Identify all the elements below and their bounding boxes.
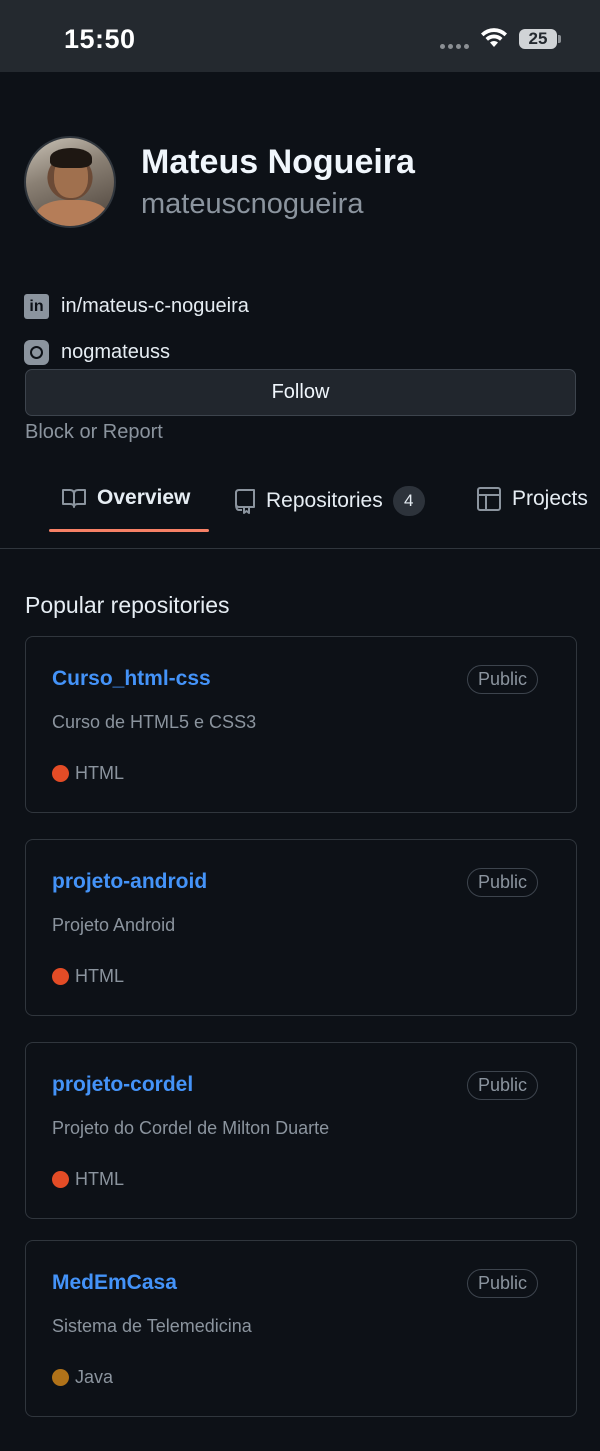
repo-description: Projeto do Cordel de Milton Duarte: [52, 1118, 330, 1138]
tab-overview-label: Overview: [97, 486, 191, 509]
repo-description: Curso de HTML5 e CSS3: [52, 712, 257, 732]
profile-name: Mateus Nogueira: [141, 143, 415, 181]
repo-description: Projeto Android: [52, 915, 176, 935]
tab-repositories[interactable]: Repositories 4: [234, 486, 425, 516]
linkedin-icon: in: [24, 294, 49, 319]
battery-indicator: 25: [519, 29, 557, 49]
repo-name-link[interactable]: projeto-cordel: [52, 1073, 193, 1097]
language-color-dot: [52, 968, 69, 985]
repo-card[interactable]: projeto-cordel Public Projeto do Cordel …: [25, 1042, 577, 1219]
status-bar: 15:50 25: [0, 0, 600, 72]
language-label: HTML: [75, 1169, 124, 1189]
block-or-report-link[interactable]: Block or Report: [25, 421, 163, 444]
repo-card[interactable]: MedEmCasa Public Sistema de Telemedicina…: [25, 1240, 577, 1417]
avatar[interactable]: [24, 136, 116, 228]
cellular-signal-icon: [440, 44, 469, 49]
repo-name-link[interactable]: Curso_html-css: [52, 667, 211, 691]
language-color-dot: [52, 765, 69, 782]
popular-repositories-heading: Popular repositories: [25, 592, 230, 618]
active-tab-indicator: [49, 529, 209, 532]
linkedin-link[interactable]: in in/mateus-c-nogueira: [24, 294, 249, 319]
tab-overview[interactable]: Overview: [61, 486, 190, 510]
profile-tabs: Overview Repositories 4 Projects: [0, 470, 600, 549]
visibility-badge: Public: [466, 665, 538, 694]
visibility-badge: Public: [466, 868, 538, 897]
repo-language: HTML: [52, 763, 124, 784]
tab-projects-label: Projects: [512, 487, 588, 510]
language-color-dot: [52, 1369, 69, 1386]
repositories-count-badge: 4: [392, 486, 425, 516]
repo-language: HTML: [52, 1169, 124, 1190]
instagram-link[interactable]: nogmateuss: [24, 340, 170, 365]
status-time: 15:50: [64, 24, 136, 54]
table-icon: [477, 487, 501, 511]
repo-description: Sistema de Telemedicina: [52, 1316, 252, 1336]
repo-name-link[interactable]: projeto-android: [52, 870, 207, 894]
repo-icon: [235, 489, 255, 514]
follow-button[interactable]: Follow: [25, 369, 576, 416]
language-label: Java: [75, 1367, 114, 1387]
language-label: HTML: [75, 763, 124, 783]
tab-repositories-label: Repositories: [266, 489, 383, 512]
visibility-badge: Public: [466, 1269, 538, 1298]
language-label: HTML: [75, 966, 124, 986]
repo-language: HTML: [52, 966, 124, 987]
repo-card[interactable]: Curso_html-css Public Curso de HTML5 e C…: [25, 636, 577, 813]
battery-cap: [558, 35, 561, 43]
visibility-badge: Public: [466, 1071, 538, 1100]
book-icon: [62, 489, 86, 508]
instagram-icon: [24, 340, 49, 365]
repo-language: Java: [52, 1367, 113, 1388]
language-color-dot: [52, 1171, 69, 1188]
repo-card[interactable]: projeto-android Public Projeto Android H…: [25, 839, 577, 1016]
repo-name-link[interactable]: MedEmCasa: [52, 1271, 177, 1295]
instagram-label: nogmateuss: [61, 341, 170, 363]
linkedin-label: in/mateus-c-nogueira: [61, 295, 249, 317]
wifi-icon: [481, 28, 507, 47]
tab-projects[interactable]: Projects: [476, 486, 588, 512]
profile-login: mateuscnogueira: [141, 188, 364, 220]
